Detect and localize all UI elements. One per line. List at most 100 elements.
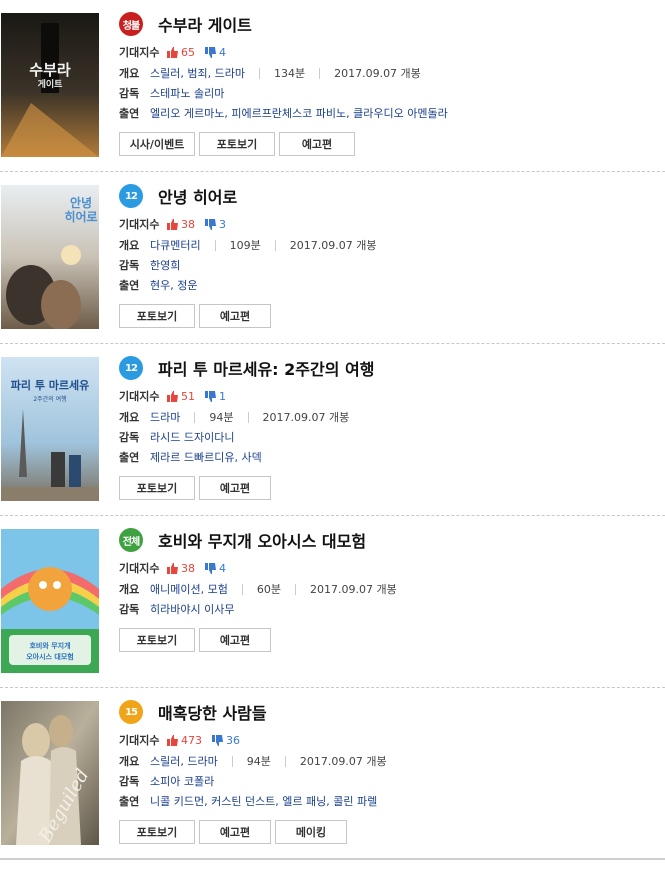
director-link[interactable]: 한영희	[150, 257, 180, 273]
thumbs-up-icon	[167, 46, 178, 58]
trailer-button[interactable]: 예고편	[199, 304, 271, 328]
trailer-button[interactable]: 예고편	[199, 628, 271, 652]
dislike-button[interactable]: 4	[205, 562, 226, 575]
expectation-row: 기대지수 38 4	[119, 560, 226, 576]
expectation-label: 기대지수	[119, 734, 160, 747]
dislike-count: 1	[219, 389, 226, 403]
divider	[284, 755, 286, 767]
divider	[231, 755, 233, 767]
like-button[interactable]: 65	[167, 46, 195, 59]
like-count: 38	[181, 561, 195, 575]
expectation-label: 기대지수	[119, 562, 160, 575]
movie-poster[interactable]: 수부라 게이트	[1, 13, 99, 157]
cast-links[interactable]: 엘리오 게르마노, 피에르프란체스코 파비노, 클라우디오 아멘돌라	[150, 105, 448, 121]
director-link[interactable]: 소피아 코폴라	[150, 773, 214, 789]
overview-row: 개요 다큐멘터리 109분 2017.09.07 개봉	[119, 237, 376, 253]
svg-text:2주간의 여행: 2주간의 여행	[33, 395, 66, 403]
director-row: 감독 소피아 코폴라	[119, 773, 214, 789]
svg-text:안녕: 안녕	[70, 195, 92, 210]
cast-links[interactable]: 현우, 정운	[150, 277, 197, 293]
expectation-row: 기대지수 51 1	[119, 388, 226, 404]
divider	[194, 411, 196, 423]
cast-label: 출연	[119, 451, 140, 464]
dislike-button[interactable]: 36	[212, 734, 240, 747]
movie-title[interactable]: 파리 투 마르세유: 2주간의 여행	[158, 356, 374, 380]
overview-label: 개요	[119, 755, 140, 768]
thumbs-up-icon	[167, 390, 178, 402]
movie-title[interactable]: 수부라 게이트	[158, 12, 252, 36]
movie-item: 호비와 무지개 오아시스 대모험 전체 호비와 무지개 오아시스 대모험 기대지…	[0, 516, 665, 688]
movie-title[interactable]: 안녕 히어로	[158, 184, 237, 208]
overview-label: 개요	[119, 239, 140, 252]
photo-button[interactable]: 포토보기	[119, 820, 195, 844]
runtime: 60분	[256, 583, 281, 596]
svg-text:히어로: 히어로	[64, 209, 97, 224]
movie-title[interactable]: 매혹당한 사람들	[158, 700, 267, 724]
photo-button[interactable]: 포토보기	[199, 132, 275, 156]
overview-label: 개요	[119, 411, 140, 424]
release-date: 2017.09.07 개봉	[309, 583, 397, 596]
photo-button[interactable]: 포토보기	[119, 628, 195, 652]
genre-links[interactable]: 드라마	[150, 409, 180, 425]
like-button[interactable]: 38	[167, 562, 195, 575]
runtime: 94분	[209, 411, 234, 424]
genre-links[interactable]: 애니메이션, 모험	[150, 581, 228, 597]
runtime: 94분	[246, 755, 271, 768]
dislike-button[interactable]: 3	[205, 218, 226, 231]
movie-item: 파리 투 마르세유 2주간의 여행 12 파리 투 마르세유: 2주간의 여행 …	[0, 344, 665, 516]
like-count: 473	[181, 733, 202, 747]
dislike-button[interactable]: 4	[205, 46, 226, 59]
director-row: 감독 스테파노 솔리마	[119, 85, 224, 101]
movie-poster[interactable]: 안녕 히어로	[1, 185, 99, 329]
movie-poster[interactable]: 호비와 무지개 오아시스 대모험	[1, 529, 99, 673]
dislike-count: 3	[219, 217, 226, 231]
release-date: 2017.09.07 개봉	[334, 67, 421, 80]
genre-links[interactable]: 다큐멘터리	[150, 237, 201, 253]
thumbs-up-icon	[167, 734, 178, 746]
cast-links[interactable]: 제라르 드빠르디유, 사덱	[150, 449, 262, 465]
making-button[interactable]: 메이킹	[275, 820, 347, 844]
like-button[interactable]: 38	[167, 218, 195, 231]
svg-text:수부라: 수부라	[29, 61, 71, 79]
movie-poster[interactable]: Beguiled	[1, 701, 99, 845]
action-buttons: 시사/이벤트 포토보기 예고편	[119, 132, 359, 156]
movie-poster[interactable]: 파리 투 마르세유 2주간의 여행	[1, 357, 99, 501]
trailer-button[interactable]: 예고편	[199, 476, 271, 500]
movie-title[interactable]: 호비와 무지개 오아시스 대모험	[158, 528, 366, 552]
dislike-count: 4	[219, 45, 226, 59]
movie-item: 안녕 히어로 12 안녕 히어로 기대지수 38 3 개요 다큐멘터리 109분	[0, 172, 665, 344]
photo-button[interactable]: 포토보기	[119, 304, 195, 328]
cast-row: 출연 엘리오 게르마노, 피에르프란체스코 파비노, 클라우디오 아멘돌라	[119, 105, 448, 121]
action-buttons: 포토보기 예고편	[119, 628, 275, 652]
genre-links[interactable]: 스릴러, 범죄, 드라마	[150, 65, 245, 81]
photo-button[interactable]: 포토보기	[119, 476, 195, 500]
expectation-row: 기대지수 65 4	[119, 44, 226, 60]
genre-links[interactable]: 스릴러, 드라마	[150, 753, 218, 769]
svg-text:파리 투 마르세유: 파리 투 마르세유	[11, 378, 90, 392]
thumbs-up-icon	[167, 562, 178, 574]
like-button[interactable]: 51	[167, 390, 195, 403]
overview-row: 개요 드라마 94분 2017.09.07 개봉	[119, 409, 349, 425]
director-row: 감독 한영희	[119, 257, 180, 273]
runtime: 109분	[229, 239, 261, 252]
expectation-row: 기대지수 38 3	[119, 216, 226, 232]
svg-text:호비와 무지개: 호비와 무지개	[29, 641, 70, 650]
thumbs-down-icon	[205, 46, 216, 58]
trailer-button[interactable]: 예고편	[279, 132, 355, 156]
event-button[interactable]: 시사/이벤트	[119, 132, 195, 156]
divider	[294, 583, 296, 595]
director-link[interactable]: 라시드 드자이다니	[150, 429, 234, 445]
svg-text:게이트: 게이트	[38, 78, 64, 90]
overview-row: 개요 애니메이션, 모험 60분 2017.09.07 개봉	[119, 581, 397, 597]
like-button[interactable]: 473	[167, 734, 202, 747]
thumbs-down-icon	[212, 734, 223, 746]
trailer-button[interactable]: 예고편	[199, 820, 271, 844]
divider	[319, 67, 321, 79]
director-link[interactable]: 스테파노 솔리마	[150, 85, 224, 101]
expectation-label: 기대지수	[119, 218, 160, 231]
cast-links[interactable]: 니콜 키드먼, 커스틴 던스트, 엘르 패닝, 콜린 파렐	[150, 793, 377, 809]
divider	[214, 239, 216, 251]
cast-label: 출연	[119, 107, 140, 120]
director-link[interactable]: 히라바야시 이사무	[150, 601, 234, 617]
dislike-button[interactable]: 1	[205, 390, 226, 403]
